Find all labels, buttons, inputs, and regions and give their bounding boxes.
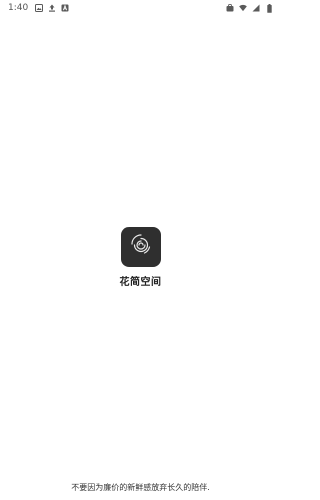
cell-signal-icon bbox=[252, 4, 260, 12]
splash-screen: 1:40 花简空间 不要因为廉价的新鲜感放弃长久的陪伴. bbox=[0, 0, 281, 500]
status-bar: 1:40 bbox=[0, 0, 281, 16]
image-icon bbox=[35, 4, 44, 12]
wifi-icon bbox=[239, 4, 247, 12]
swirl-logo-icon bbox=[128, 232, 154, 262]
app-name: 花简空间 bbox=[119, 277, 162, 288]
battery-icon bbox=[265, 3, 273, 13]
status-left: 1:40 bbox=[8, 3, 69, 13]
status-time: 1:40 bbox=[8, 3, 29, 13]
upload-icon bbox=[48, 4, 56, 12]
a-box-icon bbox=[61, 4, 69, 12]
briefcase-icon bbox=[226, 4, 234, 12]
slogan-text: 不要因为廉价的新鲜感放弃长久的陪伴. bbox=[71, 483, 210, 492]
app-logo bbox=[121, 227, 161, 267]
status-right bbox=[226, 3, 273, 13]
